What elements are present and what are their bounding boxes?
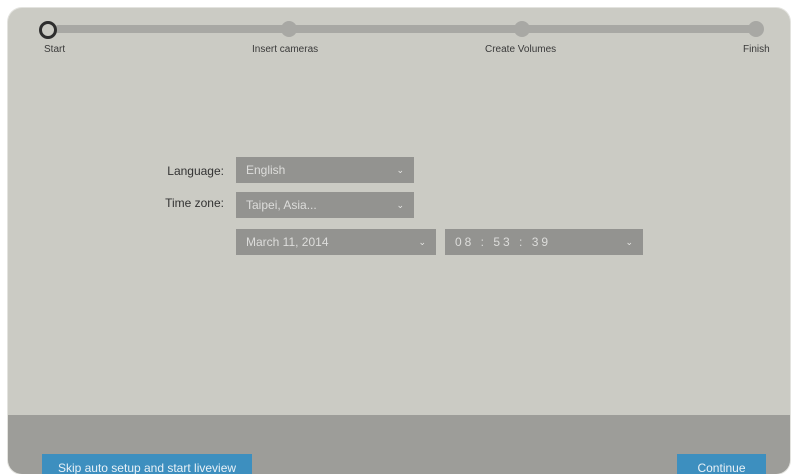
setup-wizard-window: Start Insert cameras Create Volumes Fini… [8,8,790,474]
step-start-marker [39,21,57,39]
step-finish-marker [748,21,764,37]
continue-button[interactable]: Continue [677,454,766,474]
stepper-track [56,25,756,33]
chevron-down-icon: ⌄ [396,199,404,210]
skip-setup-button[interactable]: Skip auto setup and start liveview [42,454,252,474]
time-select[interactable]: 08 : 53 : 39 ⌄ [445,229,643,255]
step-insert-cameras-label: Insert cameras [252,44,319,55]
time-value: 08 : 53 : 39 [455,235,552,249]
timezone-value: Taipei, Asia... [246,198,317,212]
language-label: Language: [167,164,224,178]
chevron-down-icon: ⌄ [418,236,426,247]
language-select[interactable]: English ⌄ [236,157,414,183]
step-insert-cameras-marker [281,21,297,37]
footer-bar: Skip auto setup and start liveview Conti… [8,415,790,474]
step-finish-label: Finish [743,44,770,55]
step-start-label: Start [44,44,66,55]
date-value: March 11, 2014 [246,235,329,249]
step-create-volumes-label: Create Volumes [485,44,557,55]
language-value: English [246,163,286,177]
progress-stepper: Start Insert cameras Create Volumes Fini… [8,8,790,68]
timezone-select[interactable]: Taipei, Asia... ⌄ [236,192,414,218]
chevron-down-icon: ⌄ [396,164,404,175]
date-select[interactable]: March 11, 2014 ⌄ [236,229,436,255]
timezone-label: Time zone: [165,196,224,210]
chevron-down-icon: ⌄ [625,236,633,247]
step-create-volumes-marker [514,21,530,37]
